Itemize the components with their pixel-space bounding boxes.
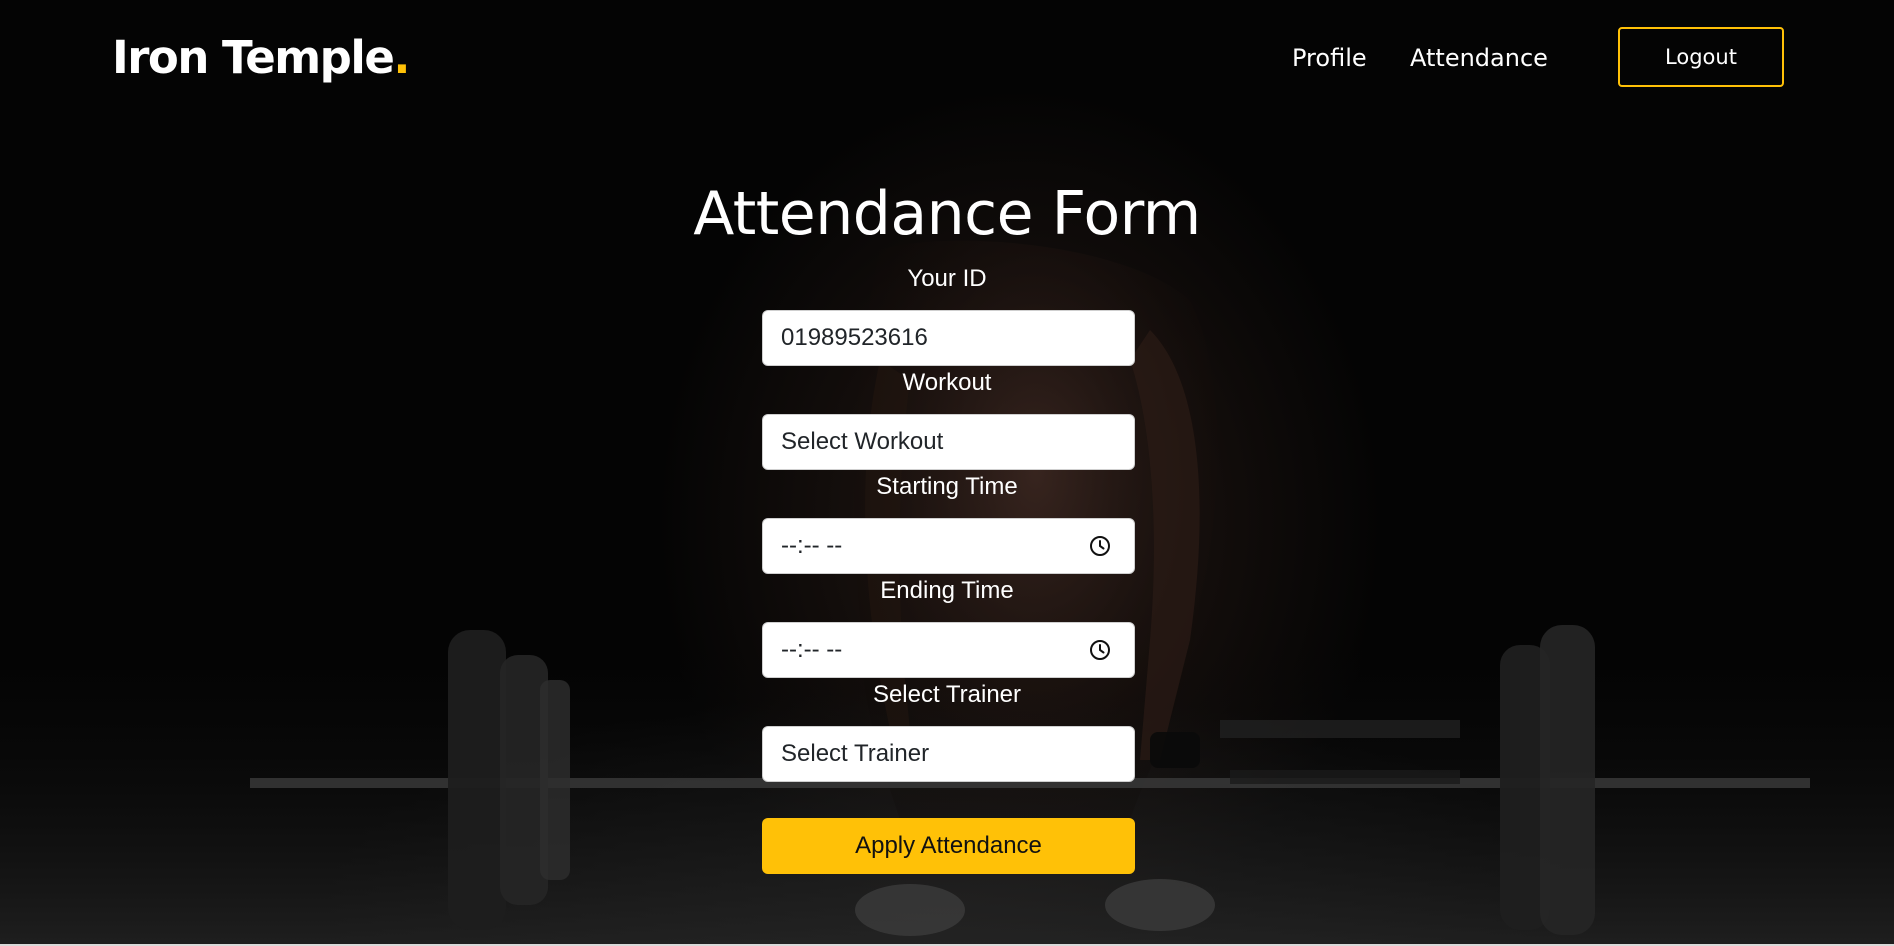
- top-navbar: Iron Temple. Profile Attendance Logout: [0, 0, 1894, 116]
- brand-name: Iron Temple: [112, 31, 395, 84]
- starting-time-value: --:-- --: [781, 532, 843, 559]
- trainer-selected-value: Select Trainer: [781, 740, 930, 767]
- nav-link-profile[interactable]: Profile: [1292, 40, 1367, 76]
- attendance-page: Iron Temple. Profile Attendance Logout A…: [0, 0, 1894, 946]
- nav-link-attendance[interactable]: Attendance: [1410, 40, 1548, 76]
- your-id-value: 01989523616: [781, 324, 928, 351]
- brand-dot: .: [393, 31, 410, 84]
- clock-icon[interactable]: [1088, 638, 1112, 662]
- ending-time-value: --:-- --: [781, 636, 843, 663]
- trainer-select[interactable]: Select Trainer: [762, 726, 1135, 782]
- page-title: Attendance Form: [693, 179, 1201, 249]
- clock-icon[interactable]: [1088, 534, 1112, 558]
- select-trainer-label: Select Trainer: [872, 681, 1022, 708]
- your-id-input[interactable]: 01989523616: [762, 310, 1135, 366]
- ending-time-label: Ending Time: [880, 577, 1014, 604]
- workout-selected-value: Select Workout: [781, 428, 944, 455]
- workout-select[interactable]: Select Workout: [762, 414, 1135, 470]
- ending-time-input[interactable]: --:-- --: [762, 622, 1135, 678]
- starting-time-input[interactable]: --:-- --: [762, 518, 1135, 574]
- brand-logo[interactable]: Iron Temple.: [112, 28, 410, 88]
- starting-time-label: Starting Time: [876, 473, 1018, 500]
- your-id-label: Your ID: [907, 265, 987, 292]
- apply-attendance-button[interactable]: Apply Attendance: [762, 818, 1135, 874]
- logout-button[interactable]: Logout: [1618, 27, 1784, 87]
- workout-label: Workout: [902, 369, 992, 396]
